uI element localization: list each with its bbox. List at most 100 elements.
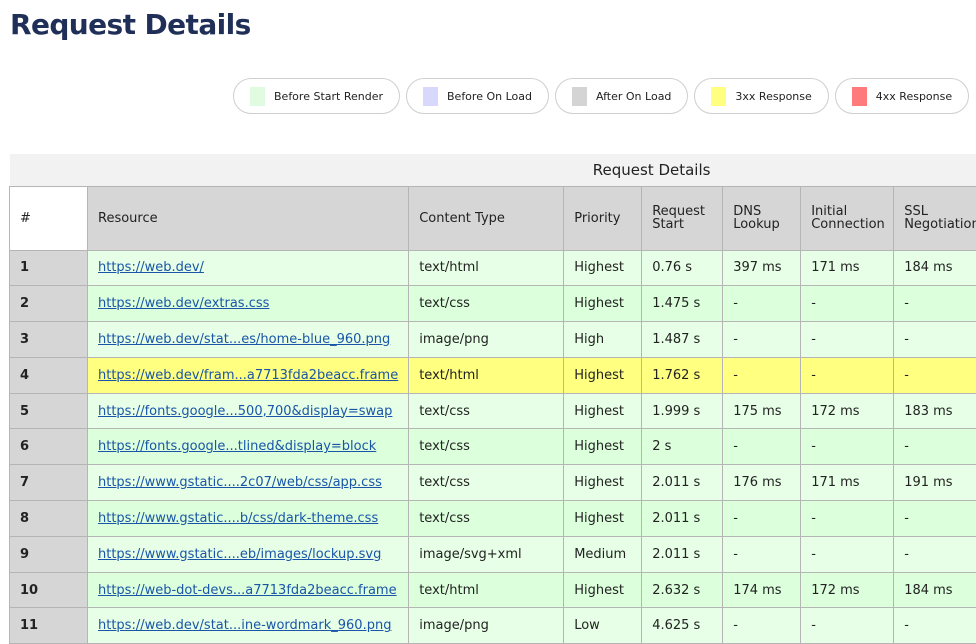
cell-content-type: image/png (409, 608, 564, 644)
cell-row-number: 1 (10, 250, 88, 286)
cell-content-type: text/css (409, 465, 564, 501)
legend-label: Before On Load (447, 90, 532, 103)
cell-row-number: 7 (10, 465, 88, 501)
cell-priority: Highest (564, 429, 642, 465)
table-body: 1https://web.dev/text/htmlHighest0.76 s3… (10, 250, 976, 644)
cell-content-type: text/html (409, 250, 564, 286)
cell-priority: Highest (564, 286, 642, 322)
resource-link[interactable]: https://web.dev/stat...es/home-blue_960.… (98, 332, 390, 347)
page-title: Request Details (10, 8, 251, 41)
group-header-row: Request Details (10, 154, 976, 186)
legend-item-3xx-response: 3xx Response (694, 78, 828, 114)
resource-link[interactable]: https://web.dev/ (98, 260, 204, 275)
cell-resource-link: https://fonts.google...tlined&display=bl… (88, 429, 409, 465)
cell-dns-lookup: - (723, 608, 801, 644)
resource-link[interactable]: https://web-dot-devs...a7713fda2beacc.fr… (98, 583, 397, 598)
resource-link[interactable]: https://fonts.google...tlined&display=bl… (98, 439, 376, 454)
legend-label: 3xx Response (735, 90, 811, 103)
table-row: 4https://web.dev/fram...a7713fda2beacc.f… (10, 357, 976, 393)
cell-row-number: 11 (10, 608, 88, 644)
resource-link[interactable]: https://www.gstatic....2c07/web/css/app.… (98, 475, 382, 490)
legend-label: 4xx Response (876, 90, 952, 103)
cell-row-number: 9 (10, 536, 88, 572)
legend-item-after-on-load: After On Load (555, 78, 688, 114)
legend-item-4xx-response: 4xx Response (835, 78, 969, 114)
table-row: 9 https://www.gstatic....eb/images/lockup… (10, 536, 976, 572)
cell-row-number: 3 (10, 322, 88, 358)
cell-resource-link: https://fonts.google...500,700&display=s… (88, 393, 409, 429)
cell-request-start: 1.762 s (642, 357, 723, 393)
cell-content-type: text/css (409, 286, 564, 322)
column-header-num[interactable]: # (10, 186, 88, 250)
cell-content-type: text/css (409, 393, 564, 429)
cell-content-type: image/png (409, 322, 564, 358)
cell-resource-link: https://web.dev/fram...a7713fda2beacc.fr… (88, 357, 409, 393)
cell-row-number: 10 (10, 572, 88, 608)
cell-resource-link: https://web-dot-devs...a7713fda2beacc.fr… (88, 572, 409, 608)
cell-content-type: text/html (409, 572, 564, 608)
cell-row-number: 6 (10, 429, 88, 465)
cell-request-start: 2.011 s (642, 536, 723, 572)
cell-priority: Highest (564, 501, 642, 537)
column-header-resource[interactable]: Resource (88, 186, 409, 250)
cell-resource-link: https://web.dev/stat...es/home-blue_960.… (88, 322, 409, 358)
cell-ssl-negotiation: 184 ms (894, 572, 976, 608)
cell-dns-lookup: 174 ms (723, 572, 801, 608)
column-header-ssl-negotiation[interactable]: SSL Negotiation (894, 186, 976, 250)
resource-link[interactable]: https://www.gstatic....eb/images/lockup.… (98, 547, 381, 562)
cell-initial-connection: 172 ms (801, 393, 894, 429)
column-header-ssl-negotiation-label: SSL Negotiation (904, 205, 964, 231)
table-row: 8https://www.gstatic....b/css/dark-theme… (10, 501, 976, 537)
swatch-after-on-load-icon (572, 87, 587, 106)
column-header-dns-lookup[interactable]: DNS Lookup (723, 186, 801, 250)
cell-priority: Highest (564, 465, 642, 501)
cell-dns-lookup: - (723, 357, 801, 393)
table-row: 10 https://web-dot-devs...a7713fda2beacc.… (10, 572, 976, 608)
cell-resource-link: https://web.dev/stat...ine-wordmark_960.… (88, 608, 409, 644)
cell-content-type: image/svg+xml (409, 536, 564, 572)
cell-dns-lookup: - (723, 501, 801, 537)
column-header-content-type[interactable]: Content Type (409, 186, 564, 250)
resource-link[interactable]: https://web.dev/stat...ine-wordmark_960.… (98, 618, 391, 633)
group-header: Request Details (10, 154, 976, 186)
cell-request-start: 2 s (642, 429, 723, 465)
resource-link[interactable]: https://web.dev/fram...a7713fda2beacc.fr… (98, 368, 398, 383)
column-header-initial-connection[interactable]: Initial Connection (801, 186, 894, 250)
cell-priority: Highest (564, 357, 642, 393)
swatch-4xx-response-icon (852, 87, 867, 106)
legend-label: After On Load (596, 90, 671, 103)
cell-row-number: 5 (10, 393, 88, 429)
table-row: 6 https://fonts.google...tlined&display=b… (10, 429, 976, 465)
resource-link[interactable]: https://fonts.google...500,700&display=s… (98, 404, 392, 419)
column-header-initial-connection-label: Initial Connection (811, 205, 871, 231)
resource-link[interactable]: https://www.gstatic....b/css/dark-theme.… (98, 511, 378, 526)
resource-link[interactable]: https://web.dev/extras.css (98, 296, 269, 311)
legend: Before Start Render Before On Load After… (233, 78, 969, 114)
table-row: 11 https://web.dev/stat...ine-wordmark_96… (10, 608, 976, 644)
cell-content-type: text/css (409, 429, 564, 465)
cell-ssl-negotiation: 191 ms (894, 465, 976, 501)
cell-ssl-negotiation: - (894, 322, 976, 358)
cell-priority: Highest (564, 250, 642, 286)
cell-request-start: 1.475 s (642, 286, 723, 322)
cell-content-type: text/css (409, 501, 564, 537)
table-row: 1https://web.dev/text/htmlHighest0.76 s3… (10, 250, 976, 286)
cell-dns-lookup: 397 ms (723, 250, 801, 286)
group-header-title: Request Details (593, 164, 711, 177)
cell-initial-connection: - (801, 608, 894, 644)
cell-ssl-negotiation: - (894, 429, 976, 465)
cell-ssl-negotiation: - (894, 501, 976, 537)
column-header-request-start[interactable]: Request Start (642, 186, 723, 250)
column-header-priority[interactable]: Priority (564, 186, 642, 250)
swatch-before-start-render-icon (250, 87, 265, 106)
cell-initial-connection: - (801, 286, 894, 322)
cell-initial-connection: - (801, 357, 894, 393)
cell-resource-link: https://web.dev/extras.css (88, 286, 409, 322)
cell-initial-connection: - (801, 429, 894, 465)
cell-priority: Highest (564, 393, 642, 429)
cell-row-number: 2 (10, 286, 88, 322)
legend-item-before-on-load: Before On Load (406, 78, 549, 114)
cell-request-start: 4.625 s (642, 608, 723, 644)
request-details-table: Request Details # Resource Content Type … (9, 154, 976, 644)
column-header-row: # Resource Content Type Priority Request… (10, 186, 976, 250)
